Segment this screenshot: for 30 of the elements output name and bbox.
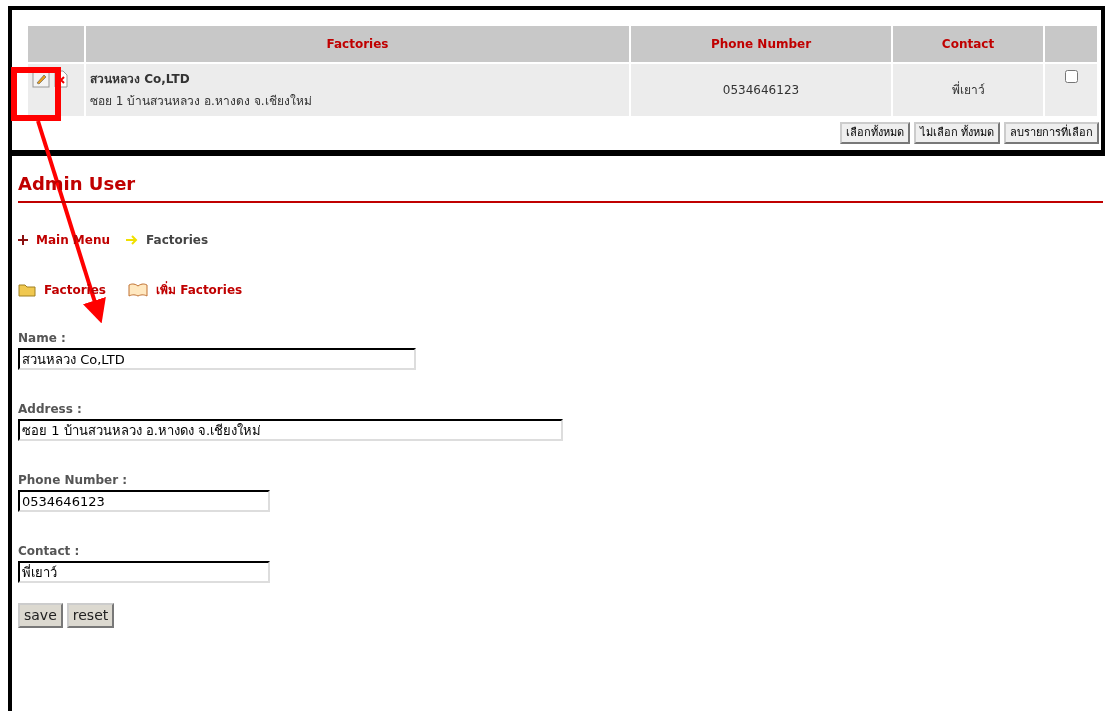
header-cell [1045, 26, 1097, 62]
row-checkbox[interactable] [1064, 70, 1078, 83]
field-label: Name : [18, 330, 67, 348]
column-header: Factories [86, 26, 629, 62]
table-action-button[interactable]: ลบรายการที่เลือก [1004, 122, 1099, 145]
form-button[interactable]: save [18, 603, 63, 629]
factory-address: ซอย 1 บ้านสวนหลวง อ.หางดง จ.เชียงใหม่ [90, 93, 313, 110]
breadcrumb-current: Factories [146, 232, 209, 250]
nav-link-text[interactable]: เพิ่ม Factories [156, 281, 243, 300]
input-field[interactable]: สวนหลวง Co,LTD [18, 348, 416, 371]
table-action-button[interactable]: ไม่เลือก ทั้งหมด [913, 122, 1000, 145]
column-header: Contact [893, 26, 1043, 62]
column-header: Phone Number [631, 26, 891, 62]
field-label: Address : [18, 401, 83, 419]
header-cell [28, 26, 84, 62]
contact-cell: พี่เยาว์ [893, 64, 1043, 116]
field-label: Phone Number : [18, 472, 129, 490]
highlight-box [11, 67, 61, 121]
phone-cell: 0534646123 [631, 64, 891, 116]
factory-name: สวนหลวง Co,LTD [90, 71, 191, 88]
table-action-button[interactable]: เลือกทั้งหมด [839, 122, 910, 145]
book-icon [128, 283, 148, 298]
plus-icon [18, 235, 28, 246]
arrow-icon [126, 235, 139, 246]
input-field[interactable]: ซอย 1 บ้านสวนหลวง อ.หางดง จ.เชียงใหม่ [18, 419, 563, 442]
folder-icon [18, 283, 36, 298]
input-field[interactable]: 0534646123 [18, 490, 270, 513]
field-label: Contact : [18, 543, 81, 561]
form-button[interactable]: reset [66, 603, 115, 629]
input-field[interactable]: พี่เยาว์ [18, 561, 270, 584]
